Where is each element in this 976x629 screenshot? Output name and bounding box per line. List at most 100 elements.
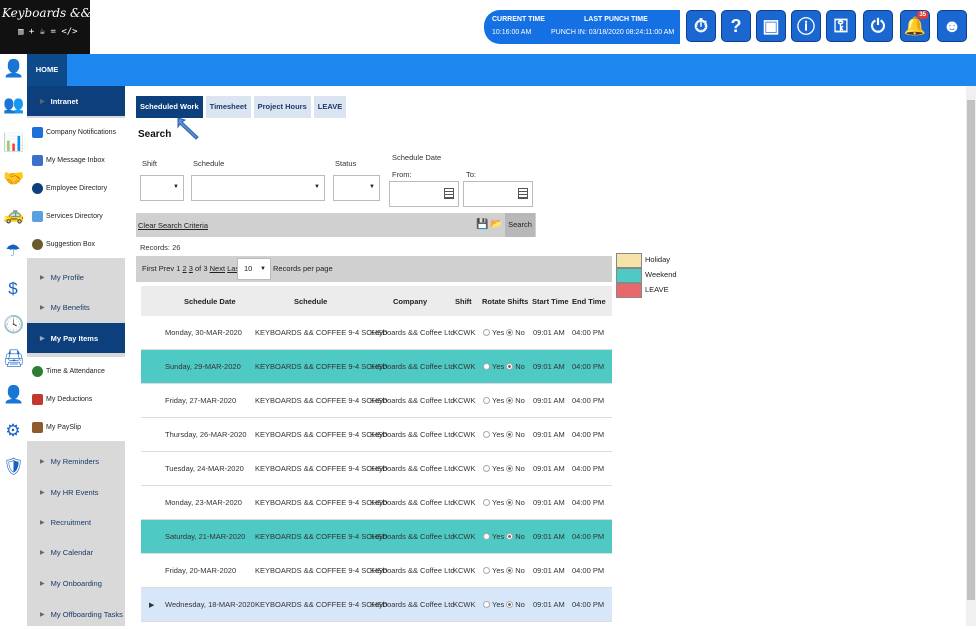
from-date-input[interactable] [389, 181, 459, 207]
car-icon[interactable]: 🚕 [3, 204, 24, 226]
table-row[interactable]: Thursday, 26-MAR-2020 KEYBOARDS && COFFEE… [141, 418, 612, 452]
key-button[interactable]: ⚿ [826, 10, 856, 42]
person-icon[interactable]: 👤 [3, 58, 24, 80]
vertical-scrollbar[interactable] [966, 86, 976, 626]
status-select[interactable]: ▼ [333, 175, 380, 201]
tab-timesheet[interactable]: Timesheet [205, 96, 251, 118]
records-per-page-select[interactable]: 10 ▼ [237, 258, 271, 280]
sidebar-sub-time-attendance[interactable]: Time & Attendance [27, 357, 125, 385]
calendar-icon[interactable] [518, 188, 528, 199]
sidebar-item-my-pay-items[interactable]: ▶ My Pay Items [27, 323, 125, 353]
table-row[interactable]: Tuesday, 24-MAR-2020 KEYBOARDS && COFFEE … [141, 452, 612, 486]
rotate-yes-radio[interactable] [483, 397, 490, 404]
rotate-no-radio[interactable] [506, 499, 514, 506]
rotate-no-radio[interactable] [506, 601, 514, 608]
sidebar-sub-suggestion-box[interactable]: Suggestion Box [27, 230, 125, 258]
table-row[interactable]: Saturday, 21-MAR-2020 KEYBOARDS && COFFEE… [141, 520, 612, 554]
document-button[interactable]: ▣ [756, 10, 786, 42]
schedule-select[interactable]: ▼ [191, 175, 325, 201]
pager-next[interactable]: Next [210, 264, 225, 273]
sidebar-item-intranet[interactable]: ▶ Intranet [27, 86, 125, 116]
info-button[interactable]: ⓘ [791, 10, 821, 42]
sidebar-item-my-profile[interactable]: ▶ My Profile [27, 262, 125, 292]
rotate-yes-radio[interactable] [483, 601, 490, 608]
sidebar-sub-company-notifications[interactable]: Company Notifications [27, 118, 125, 146]
rotate-no-radio[interactable] [506, 533, 514, 540]
tab-project-hours[interactable]: Project Hours [253, 96, 311, 118]
sidebar-item-my-reminders[interactable]: ▶ My Reminders [27, 446, 125, 476]
pager-prev[interactable]: Prev [159, 264, 174, 273]
sidebar-sub-my-deductions[interactable]: My Deductions [27, 385, 125, 413]
header-rotate-shifts[interactable]: Rotate Shifts [482, 286, 528, 316]
pager-first[interactable]: First [142, 264, 157, 273]
rotate-no-radio[interactable] [506, 329, 514, 336]
notifications-button[interactable]: 🔔 35 [900, 10, 930, 42]
umbrella-icon[interactable]: ☂ [3, 240, 23, 262]
handshake-icon[interactable]: 🤝 [3, 168, 24, 190]
sidebar-sub-services-directory[interactable]: Services Directory [27, 202, 125, 230]
sidebar-item-my-benefits[interactable]: ▶ My Benefits [27, 292, 125, 322]
table-row[interactable]: Monday, 30-MAR-2020 KEYBOARDS && COFFEE 9… [141, 316, 612, 350]
search-button[interactable]: Search [505, 213, 535, 237]
header-schedule-date[interactable]: Schedule Date [184, 286, 236, 316]
pager-page-2[interactable]: 2 [182, 264, 186, 273]
chart-icon[interactable]: 📊 [3, 132, 24, 154]
pager-page-1[interactable]: 1 [176, 264, 180, 273]
shift-select[interactable]: ▼ [140, 175, 184, 201]
home-tab[interactable]: HOME [27, 54, 67, 86]
scrollbar-thumb[interactable] [967, 100, 975, 600]
calendar-icon[interactable] [444, 188, 454, 199]
clear-search-link[interactable]: Clear Search Criteria [138, 221, 208, 230]
clock-icon[interactable]: 🕓 [3, 314, 24, 336]
sidebar-item-my-offboarding-tasks[interactable]: ▶ My Offboarding Tasks [27, 599, 125, 629]
rotate-no-radio[interactable] [506, 567, 514, 574]
rotate-yes-radio[interactable] [483, 533, 490, 540]
sidebar-sub-employee-directory[interactable]: Employee Directory [27, 174, 125, 202]
printer-icon[interactable]: 🖨 [3, 348, 25, 370]
table-row[interactable]: Sunday, 29-MAR-2020 KEYBOARDS && COFFEE 9… [141, 350, 612, 384]
rotate-no-radio[interactable] [506, 397, 514, 404]
rotate-yes-radio[interactable] [483, 567, 490, 574]
pager-page-3[interactable]: 3 [189, 264, 193, 273]
sidebar-sub-my-payslip[interactable]: My PaySlip [27, 413, 125, 441]
table-row[interactable]: Monday, 23-MAR-2020 KEYBOARDS && COFFEE 9… [141, 486, 612, 520]
sidebar-item-recruitment[interactable]: ▶ Recruitment [27, 507, 125, 537]
team-icon[interactable]: 👥 [3, 94, 24, 116]
tab-scheduled-work[interactable]: Scheduled Work [136, 96, 203, 118]
header-shift[interactable]: Shift [455, 286, 472, 316]
header-company[interactable]: Company [393, 286, 427, 316]
services-icon [32, 210, 43, 222]
dollar-icon[interactable]: $ [3, 278, 23, 300]
rotate-yes-radio[interactable] [483, 329, 490, 336]
rotate-no-radio[interactable] [506, 363, 514, 370]
gear-icon[interactable]: ⚙ [3, 420, 23, 442]
company-logo[interactable]: Keyboards && Coffee ▥ + ☕ = </> [0, 0, 134, 54]
folder-icon[interactable]: 📂 [490, 219, 502, 230]
add-user-icon[interactable]: 👤 [3, 384, 24, 406]
header-start-time[interactable]: Start Time [532, 286, 569, 316]
rotate-no-radio[interactable] [506, 465, 514, 472]
rotate-yes-radio[interactable] [483, 431, 490, 438]
save-icon[interactable]: 💾 [476, 219, 488, 230]
tab-leave[interactable]: LEAVE [313, 96, 347, 118]
to-date-input[interactable] [463, 181, 533, 207]
sidebar-item-my-calendar[interactable]: ▶ My Calendar [27, 537, 125, 567]
logout-button[interactable]: ⏻ [863, 10, 893, 42]
sidebar-item-my-onboarding[interactable]: ▶ My Onboarding [27, 568, 125, 598]
table-row[interactable]: ▶ Wednesday, 18-MAR-2020 KEYBOARDS && COFF… [141, 588, 612, 622]
user-avatar-button[interactable]: ☻ [937, 10, 967, 42]
table-row[interactable]: Friday, 20-MAR-2020 KEYBOARDS && COFFEE 9… [141, 554, 612, 588]
header-schedule[interactable]: Schedule [294, 286, 327, 316]
rotate-yes-radio[interactable] [483, 363, 490, 370]
table-row[interactable]: Friday, 27-MAR-2020 KEYBOARDS && COFFEE 9… [141, 384, 612, 418]
punch-clock-button[interactable]: ⏱ [686, 10, 716, 42]
header-end-time[interactable]: End Time [572, 286, 606, 316]
expand-row-icon[interactable]: ▶ [149, 588, 154, 621]
rotate-no-radio[interactable] [506, 431, 514, 438]
sidebar-item-my-hr-events[interactable]: ▶ My HR Events [27, 477, 125, 507]
shield-lock-icon[interactable]: 🛡 [3, 456, 25, 478]
sidebar-sub-message-inbox[interactable]: My Message Inbox [27, 146, 125, 174]
rotate-yes-radio[interactable] [483, 465, 490, 472]
rotate-yes-radio[interactable] [483, 499, 490, 506]
help-button[interactable]: ? [721, 10, 751, 42]
